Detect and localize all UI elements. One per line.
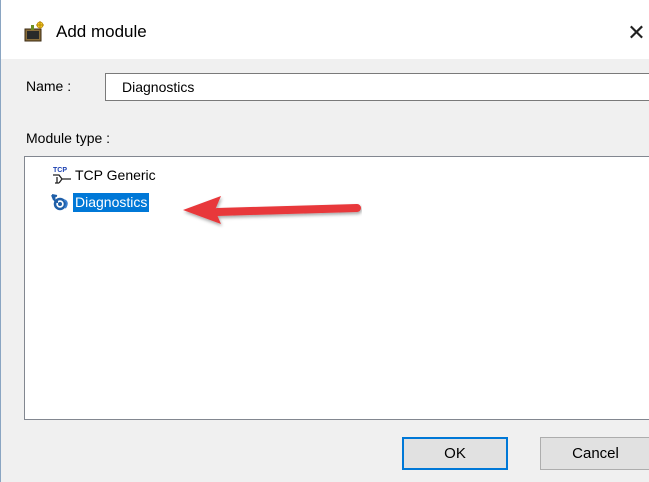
- diagnostics-icon: [49, 192, 73, 212]
- name-input[interactable]: [105, 73, 649, 101]
- tree-item-label: Diagnostics: [73, 192, 150, 212]
- close-button[interactable]: ✕: [623, 18, 649, 48]
- tree-item-tcp-generic[interactable]: TCP TCP Generic: [49, 165, 158, 185]
- add-module-icon: [22, 20, 46, 44]
- tcp-icon-text: TCP: [53, 167, 67, 174]
- module-type-label: Module type :: [26, 130, 111, 146]
- ok-button[interactable]: OK: [402, 437, 508, 470]
- tcp-generic-icon: TCP: [49, 165, 73, 185]
- tree-item-diagnostics[interactable]: Diagnostics: [49, 192, 150, 212]
- name-label: Name :: [26, 78, 72, 94]
- red-arrow-annotation: [183, 196, 361, 224]
- cancel-button[interactable]: Cancel: [540, 437, 649, 470]
- title-bar[interactable]: Add module ✕: [1, 0, 649, 59]
- tree-item-label: TCP Generic: [75, 166, 156, 183]
- add-module-dialog: Add module ✕ Name : Module type : TCP TC…: [0, 0, 649, 482]
- dialog-title: Add module: [56, 22, 147, 41]
